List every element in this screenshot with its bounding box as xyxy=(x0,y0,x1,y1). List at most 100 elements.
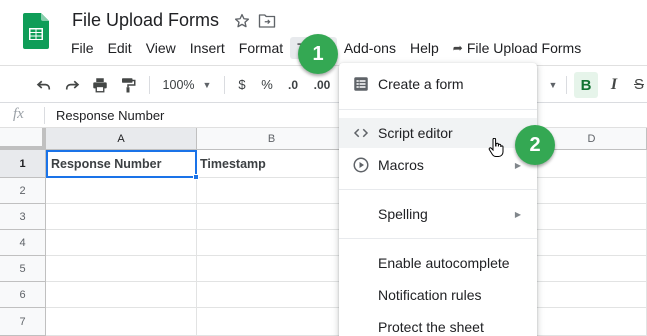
link-arrow-icon: ➦ xyxy=(452,41,463,55)
google-sheets-logo[interactable] xyxy=(23,13,49,49)
menu-help[interactable]: Help xyxy=(403,37,446,59)
print-icon xyxy=(93,77,107,92)
menu-item-create-form[interactable]: Create a form xyxy=(339,69,537,99)
decrease-decimal-button[interactable]: .0 xyxy=(282,66,304,103)
row-header-2[interactable]: 2 xyxy=(0,178,46,204)
menu-insert[interactable]: Insert xyxy=(183,37,232,59)
zoom-value: 100% xyxy=(162,77,195,92)
menu-view[interactable]: View xyxy=(139,37,183,59)
italic-button[interactable]: I xyxy=(603,66,625,103)
print-button[interactable] xyxy=(89,66,111,103)
grid-cell[interactable] xyxy=(46,230,197,256)
menu-item-label: Create a form xyxy=(378,76,464,92)
grid-cell[interactable] xyxy=(46,256,197,282)
last-edit-label: File Upload Forms xyxy=(466,40,582,56)
formula-divider xyxy=(44,107,45,124)
redo-icon xyxy=(65,80,80,89)
decrease-decimal-label: .0 xyxy=(287,77,298,92)
caret-down-icon: ▼ xyxy=(548,79,558,90)
grid-cell[interactable] xyxy=(537,256,647,282)
formula-input[interactable]: Response Number xyxy=(56,108,164,123)
grid-cell[interactable] xyxy=(197,178,347,204)
grid-cell[interactable] xyxy=(46,178,197,204)
grid-cell[interactable] xyxy=(46,282,197,308)
play-circle-icon xyxy=(351,155,371,175)
currency-label: $ xyxy=(238,77,246,92)
row-header-3[interactable]: 3 xyxy=(0,204,46,230)
menu-item-label: Macros xyxy=(378,157,424,173)
toolbar-divider xyxy=(149,76,150,94)
document-title[interactable]: File Upload Forms xyxy=(72,10,219,31)
grid-cell[interactable] xyxy=(537,308,647,336)
row-header-1[interactable]: 1 xyxy=(0,150,46,178)
toolbar-divider xyxy=(224,76,225,94)
last-edit-link[interactable]: ➦ File Upload Forms xyxy=(446,37,588,59)
menu-divider xyxy=(339,189,537,190)
bold-button[interactable]: B xyxy=(574,72,598,98)
menu-addons[interactable]: Add-ons xyxy=(337,37,403,59)
grid-cell[interactable] xyxy=(537,178,647,204)
grid-cell[interactable] xyxy=(197,256,347,282)
cell-d1[interactable] xyxy=(537,150,647,178)
toolbar-divider xyxy=(566,76,567,94)
paint-format-button[interactable] xyxy=(117,66,139,103)
fx-icon: fx xyxy=(13,106,24,122)
spreadsheet-grid: A B D 1 2 3 4 5 6 7 Response Number Time… xyxy=(0,128,647,336)
menu-item-label: Enable autocomplete xyxy=(378,255,510,271)
menu-item-notification-rules[interactable]: Notification rules xyxy=(339,280,537,310)
formula-bar: fx Response Number xyxy=(0,103,647,128)
row-header-5[interactable]: 5 xyxy=(0,256,46,282)
paint-format-icon xyxy=(122,77,136,92)
row-header-6[interactable]: 6 xyxy=(0,282,46,308)
select-all-corner[interactable] xyxy=(0,128,46,150)
redo-button[interactable] xyxy=(61,66,83,103)
submenu-arrow-icon: ▶ xyxy=(514,160,521,170)
column-header-b[interactable]: B xyxy=(197,128,347,150)
grid-cell[interactable] xyxy=(46,308,197,336)
font-size-dropdown-caret[interactable]: ▼ xyxy=(546,66,560,103)
form-icon xyxy=(351,74,371,94)
row-header-4[interactable]: 4 xyxy=(0,230,46,256)
menu-item-label: Spelling xyxy=(378,206,428,222)
cell-a1[interactable]: Response Number xyxy=(46,150,197,178)
grid-cell[interactable] xyxy=(46,204,197,230)
menu-divider xyxy=(339,238,537,239)
grid-cell[interactable] xyxy=(197,308,347,336)
menu-format[interactable]: Format xyxy=(232,37,290,59)
increase-decimal-label: .00 xyxy=(313,77,331,92)
undo-button[interactable] xyxy=(33,66,55,103)
grid-cell[interactable] xyxy=(197,282,347,308)
percent-label: % xyxy=(261,77,273,92)
undo-icon xyxy=(36,80,51,89)
format-currency-button[interactable]: $ xyxy=(232,66,252,103)
fill-handle[interactable] xyxy=(193,174,199,180)
menu-item-script-editor[interactable]: Script editor xyxy=(339,118,537,148)
menu-item-macros[interactable]: Macros ▶ xyxy=(339,150,537,180)
step-2-badge: 2 xyxy=(515,125,555,165)
menu-divider xyxy=(339,109,537,110)
menu-file[interactable]: File xyxy=(64,37,101,59)
caret-down-icon: ▼ xyxy=(202,79,212,90)
menu-item-label: Notification rules xyxy=(378,287,482,303)
code-icon xyxy=(351,123,371,143)
grid-cell[interactable] xyxy=(197,204,347,230)
column-header-a[interactable]: A xyxy=(46,128,197,150)
strikethrough-button[interactable]: S xyxy=(631,66,647,103)
menu-item-enable-autocomplete[interactable]: Enable autocomplete xyxy=(339,248,537,278)
menu-item-spelling[interactable]: Spelling ▶ xyxy=(339,199,537,229)
menu-edit[interactable]: Edit xyxy=(101,37,139,59)
grid-cell[interactable] xyxy=(537,282,647,308)
menu-item-label: Protect the sheet xyxy=(378,319,484,335)
menu-item-label: Script editor xyxy=(378,125,453,141)
cell-b1[interactable]: Timestamp xyxy=(197,150,347,178)
star-icon[interactable] xyxy=(233,12,251,30)
grid-cell[interactable] xyxy=(537,230,647,256)
grid-cell[interactable] xyxy=(537,204,647,230)
move-to-folder-icon[interactable] xyxy=(258,13,276,29)
format-percent-button[interactable]: % xyxy=(257,66,277,103)
menu-item-protect-sheet[interactable]: Protect the sheet xyxy=(339,312,537,336)
hand-pointer-icon xyxy=(488,138,504,157)
grid-cell[interactable] xyxy=(197,230,347,256)
row-header-7[interactable]: 7 xyxy=(0,308,46,336)
zoom-select[interactable]: 100% ▼ xyxy=(158,66,216,103)
